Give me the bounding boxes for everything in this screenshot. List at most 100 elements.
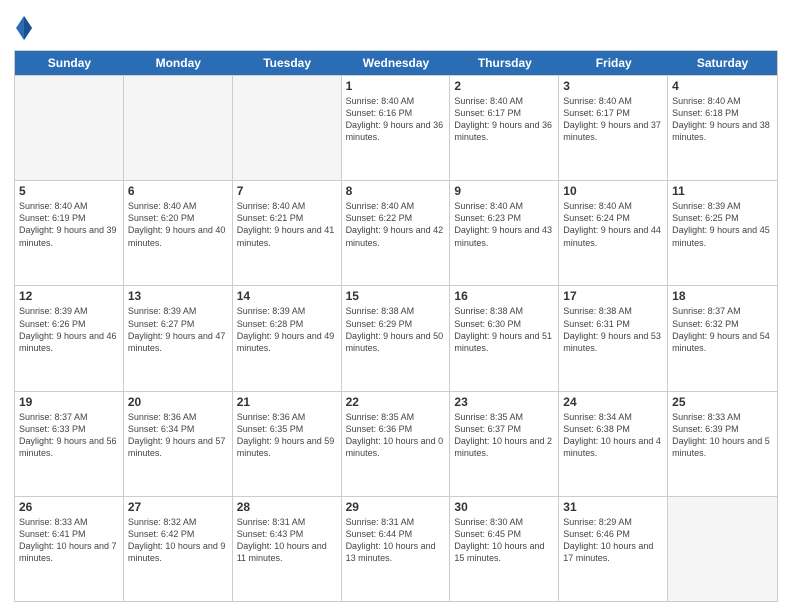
- day-info: Sunrise: 8:36 AM Sunset: 6:34 PM Dayligh…: [128, 411, 228, 460]
- day-info: Sunrise: 8:36 AM Sunset: 6:35 PM Dayligh…: [237, 411, 337, 460]
- day-cell-11: 11 Sunrise: 8:39 AM Sunset: 6:25 PM Dayli…: [668, 181, 777, 285]
- day-number: 27: [128, 500, 228, 514]
- day-cell-28: 28 Sunrise: 8:31 AM Sunset: 6:43 PM Dayli…: [233, 497, 342, 601]
- day-info: Sunrise: 8:38 AM Sunset: 6:29 PM Dayligh…: [346, 305, 446, 354]
- day-header-tuesday: Tuesday: [233, 51, 342, 75]
- day-info: Sunrise: 8:40 AM Sunset: 6:23 PM Dayligh…: [454, 200, 554, 249]
- day-info: Sunrise: 8:35 AM Sunset: 6:36 PM Dayligh…: [346, 411, 446, 460]
- day-cell-6: 6 Sunrise: 8:40 AM Sunset: 6:20 PM Daylig…: [124, 181, 233, 285]
- day-cell-24: 24 Sunrise: 8:34 AM Sunset: 6:38 PM Dayli…: [559, 392, 668, 496]
- week-row-1: 1 Sunrise: 8:40 AM Sunset: 6:16 PM Daylig…: [15, 75, 777, 180]
- week-row-4: 19 Sunrise: 8:37 AM Sunset: 6:33 PM Dayli…: [15, 391, 777, 496]
- day-cell-12: 12 Sunrise: 8:39 AM Sunset: 6:26 PM Dayli…: [15, 286, 124, 390]
- day-info: Sunrise: 8:40 AM Sunset: 6:21 PM Dayligh…: [237, 200, 337, 249]
- day-number: 21: [237, 395, 337, 409]
- day-info: Sunrise: 8:40 AM Sunset: 6:17 PM Dayligh…: [563, 95, 663, 144]
- empty-cell: [668, 497, 777, 601]
- day-number: 22: [346, 395, 446, 409]
- logo: [14, 14, 38, 42]
- day-number: 25: [672, 395, 773, 409]
- day-cell-29: 29 Sunrise: 8:31 AM Sunset: 6:44 PM Dayli…: [342, 497, 451, 601]
- day-cell-17: 17 Sunrise: 8:38 AM Sunset: 6:31 PM Dayli…: [559, 286, 668, 390]
- day-info: Sunrise: 8:40 AM Sunset: 6:18 PM Dayligh…: [672, 95, 773, 144]
- day-cell-16: 16 Sunrise: 8:38 AM Sunset: 6:30 PM Dayli…: [450, 286, 559, 390]
- day-number: 12: [19, 289, 119, 303]
- day-cell-15: 15 Sunrise: 8:38 AM Sunset: 6:29 PM Dayli…: [342, 286, 451, 390]
- day-number: 18: [672, 289, 773, 303]
- day-number: 5: [19, 184, 119, 198]
- day-cell-10: 10Sunrise: 8:40 AM Sunset: 6:24 PM Dayli…: [559, 181, 668, 285]
- day-cell-14: 14Sunrise: 8:39 AM Sunset: 6:28 PM Dayli…: [233, 286, 342, 390]
- day-info: Sunrise: 8:32 AM Sunset: 6:42 PM Dayligh…: [128, 516, 228, 565]
- day-info: Sunrise: 8:40 AM Sunset: 6:16 PM Dayligh…: [346, 95, 446, 144]
- calendar: SundayMondayTuesdayWednesdayThursdayFrid…: [14, 50, 778, 602]
- day-info: Sunrise: 8:37 AM Sunset: 6:33 PM Dayligh…: [19, 411, 119, 460]
- day-cell-9: 9Sunrise: 8:40 AM Sunset: 6:23 PM Daylig…: [450, 181, 559, 285]
- day-cell-13: 13 Sunrise: 8:39 AM Sunset: 6:27 PM Dayli…: [124, 286, 233, 390]
- day-info: Sunrise: 8:38 AM Sunset: 6:30 PM Dayligh…: [454, 305, 554, 354]
- day-info: Sunrise: 8:35 AM Sunset: 6:37 PM Dayligh…: [454, 411, 554, 460]
- day-cell-23: 23Sunrise: 8:35 AM Sunset: 6:37 PM Dayli…: [450, 392, 559, 496]
- empty-cell: [233, 76, 342, 180]
- day-number: 11: [672, 184, 773, 198]
- day-number: 13: [128, 289, 228, 303]
- day-number: 16: [454, 289, 554, 303]
- day-info: Sunrise: 8:39 AM Sunset: 6:25 PM Dayligh…: [672, 200, 773, 249]
- week-row-3: 12 Sunrise: 8:39 AM Sunset: 6:26 PM Dayli…: [15, 285, 777, 390]
- day-cell-27: 27 Sunrise: 8:32 AM Sunset: 6:42 PM Dayli…: [124, 497, 233, 601]
- day-number: 30: [454, 500, 554, 514]
- day-number: 17: [563, 289, 663, 303]
- day-cell-20: 20 Sunrise: 8:36 AM Sunset: 6:34 PM Dayli…: [124, 392, 233, 496]
- day-cell-2: 2 Sunrise: 8:40 AM Sunset: 6:17 PM Daylig…: [450, 76, 559, 180]
- day-info: Sunrise: 8:40 AM Sunset: 6:19 PM Dayligh…: [19, 200, 119, 249]
- day-number: 6: [128, 184, 228, 198]
- day-info: Sunrise: 8:30 AM Sunset: 6:45 PM Dayligh…: [454, 516, 554, 565]
- calendar-header: SundayMondayTuesdayWednesdayThursdayFrid…: [15, 51, 777, 75]
- day-header-monday: Monday: [124, 51, 233, 75]
- empty-cell: [124, 76, 233, 180]
- day-info: Sunrise: 8:40 AM Sunset: 6:17 PM Dayligh…: [454, 95, 554, 144]
- day-info: Sunrise: 8:40 AM Sunset: 6:24 PM Dayligh…: [563, 200, 663, 249]
- day-cell-5: 5 Sunrise: 8:40 AM Sunset: 6:19 PM Daylig…: [15, 181, 124, 285]
- day-number: 4: [672, 79, 773, 93]
- day-cell-4: 4 Sunrise: 8:40 AM Sunset: 6:18 PM Daylig…: [668, 76, 777, 180]
- day-cell-26: 26 Sunrise: 8:33 AM Sunset: 6:41 PM Dayli…: [15, 497, 124, 601]
- header: [14, 10, 778, 42]
- day-cell-3: 3 Sunrise: 8:40 AM Sunset: 6:17 PM Daylig…: [559, 76, 668, 180]
- day-number: 7: [237, 184, 337, 198]
- day-header-thursday: Thursday: [450, 51, 559, 75]
- day-cell-7: 7 Sunrise: 8:40 AM Sunset: 6:21 PM Daylig…: [233, 181, 342, 285]
- day-header-friday: Friday: [559, 51, 668, 75]
- day-number: 24: [563, 395, 663, 409]
- week-row-2: 5 Sunrise: 8:40 AM Sunset: 6:19 PM Daylig…: [15, 180, 777, 285]
- day-info: Sunrise: 8:40 AM Sunset: 6:20 PM Dayligh…: [128, 200, 228, 249]
- day-info: Sunrise: 8:33 AM Sunset: 6:39 PM Dayligh…: [672, 411, 773, 460]
- day-info: Sunrise: 8:31 AM Sunset: 6:43 PM Dayligh…: [237, 516, 337, 565]
- day-cell-31: 31Sunrise: 8:29 AM Sunset: 6:46 PM Dayli…: [559, 497, 668, 601]
- day-cell-8: 8Sunrise: 8:40 AM Sunset: 6:22 PM Daylig…: [342, 181, 451, 285]
- day-number: 1: [346, 79, 446, 93]
- day-number: 29: [346, 500, 446, 514]
- calendar-body: 1 Sunrise: 8:40 AM Sunset: 6:16 PM Daylig…: [15, 75, 777, 601]
- page: SundayMondayTuesdayWednesdayThursdayFrid…: [0, 0, 792, 612]
- day-number: 15: [346, 289, 446, 303]
- day-number: 2: [454, 79, 554, 93]
- day-info: Sunrise: 8:34 AM Sunset: 6:38 PM Dayligh…: [563, 411, 663, 460]
- day-cell-30: 30 Sunrise: 8:30 AM Sunset: 6:45 PM Dayli…: [450, 497, 559, 601]
- day-number: 19: [19, 395, 119, 409]
- day-number: 31: [563, 500, 663, 514]
- day-header-wednesday: Wednesday: [342, 51, 451, 75]
- week-row-5: 26 Sunrise: 8:33 AM Sunset: 6:41 PM Dayli…: [15, 496, 777, 601]
- day-number: 20: [128, 395, 228, 409]
- day-info: Sunrise: 8:38 AM Sunset: 6:31 PM Dayligh…: [563, 305, 663, 354]
- logo-icon: [14, 14, 34, 42]
- day-cell-18: 18Sunrise: 8:37 AM Sunset: 6:32 PM Dayli…: [668, 286, 777, 390]
- day-info: Sunrise: 8:39 AM Sunset: 6:26 PM Dayligh…: [19, 305, 119, 354]
- day-number: 28: [237, 500, 337, 514]
- day-number: 3: [563, 79, 663, 93]
- day-header-saturday: Saturday: [668, 51, 777, 75]
- day-number: 26: [19, 500, 119, 514]
- day-info: Sunrise: 8:31 AM Sunset: 6:44 PM Dayligh…: [346, 516, 446, 565]
- day-info: Sunrise: 8:33 AM Sunset: 6:41 PM Dayligh…: [19, 516, 119, 565]
- day-info: Sunrise: 8:39 AM Sunset: 6:27 PM Dayligh…: [128, 305, 228, 354]
